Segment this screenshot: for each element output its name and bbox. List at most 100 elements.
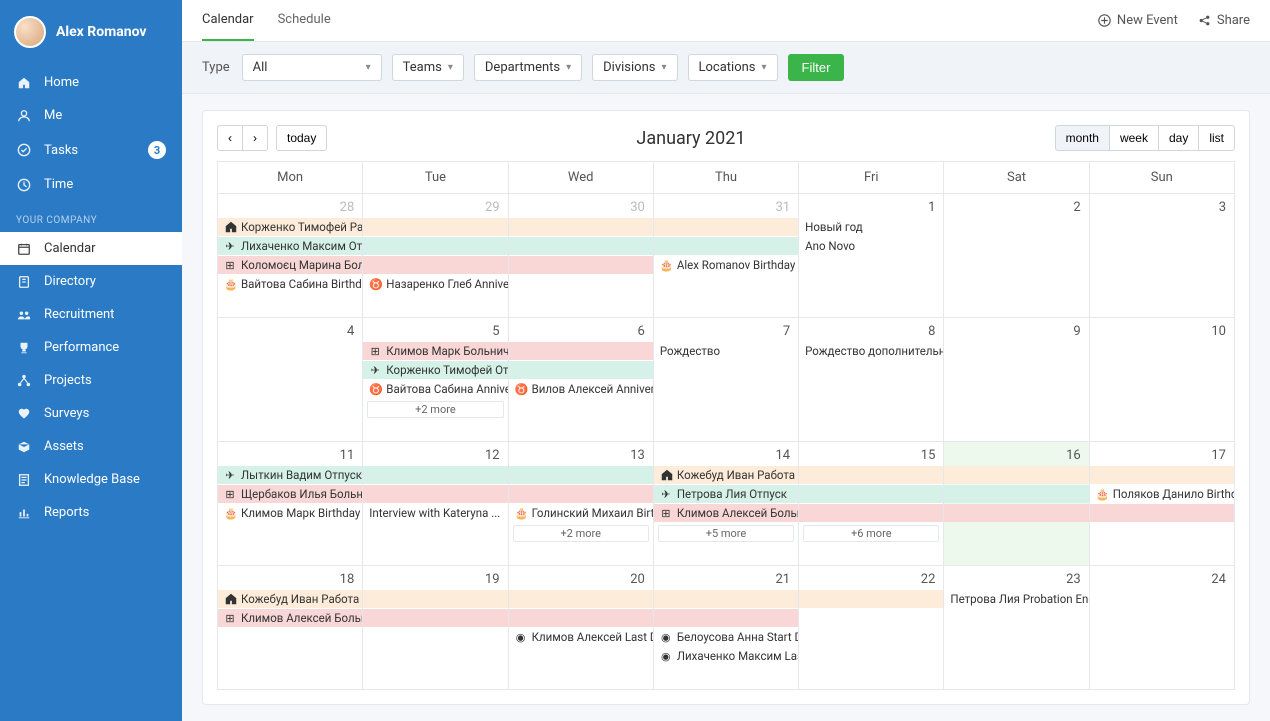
teams-dropdown[interactable]: Teams▾	[392, 54, 464, 81]
calendar-event[interactable]: ♉Вилов Алексей Anniversary	[509, 380, 653, 398]
calendar-event[interactable]	[653, 609, 798, 627]
calendar-event[interactable]: Кожебуд Иван Работа из дома	[654, 466, 799, 484]
calendar-event[interactable]	[363, 218, 508, 236]
day-cell[interactable]: 9	[944, 318, 1089, 442]
day-cell[interactable]: 4	[218, 318, 363, 442]
day-cell[interactable]: 21 ◉Белоусова Анна Start Date◉Лихаченко …	[653, 566, 798, 690]
sidebar-item-projects[interactable]: Projects	[0, 364, 182, 397]
view-day[interactable]: day	[1159, 125, 1199, 151]
calendar-event[interactable]: ◉Лихаченко Максим Last D...	[654, 647, 798, 665]
sidebar-item-home[interactable]: Home	[0, 66, 182, 99]
calendar-event[interactable]	[508, 342, 653, 360]
calendar-event[interactable]	[944, 504, 1089, 522]
calendar-event[interactable]: 🎂Голинский Михаил Birthday	[509, 504, 653, 522]
view-week[interactable]: week	[1110, 125, 1159, 151]
day-cell[interactable]: 5⊞Климов Марк Больничный без справки✈Кор…	[363, 318, 508, 442]
calendar-event[interactable]: Рождество дополнительный ...	[799, 342, 943, 360]
calendar-event[interactable]: Рождество	[654, 342, 798, 360]
calendar-event[interactable]: 🎂Климов Марк Birthday	[218, 504, 362, 522]
calendar-event[interactable]: Кожебуд Иван Работа из дома	[218, 590, 363, 608]
calendar-event[interactable]: Петрова Лия Probation Ends	[944, 590, 1088, 608]
sidebar-item-knowledge-base[interactable]: Knowledge Base	[0, 463, 182, 496]
day-cell[interactable]: 16	[944, 442, 1089, 566]
calendar-event[interactable]: ⊞Климов Алексей Больничный без справки	[654, 504, 799, 522]
tab-schedule[interactable]: Schedule	[278, 0, 331, 41]
calendar-event[interactable]: ✈Петрова Лия Отпуск	[654, 485, 799, 503]
day-cell[interactable]: 29 ♉Назаренко Глеб Anniversa...	[363, 194, 508, 318]
calendar-event[interactable]: ♉Назаренко Глеб Anniversa...	[363, 275, 507, 293]
prev-button[interactable]: ‹	[217, 125, 243, 151]
day-cell[interactable]: 8Рождество дополнительный ...	[799, 318, 944, 442]
calendar-event[interactable]	[508, 218, 653, 236]
calendar-event[interactable]	[799, 485, 944, 503]
calendar-event[interactable]: ✈Лыткин Вадим Отпуск	[218, 466, 363, 484]
sidebar-item-calendar[interactable]: Calendar	[0, 232, 182, 265]
calendar-event[interactable]	[508, 609, 653, 627]
calendar-event[interactable]: Ano Novo	[799, 237, 943, 255]
sidebar-item-assets[interactable]: Assets	[0, 430, 182, 463]
calendar-event[interactable]: ⊞Коломоєц Марина Больничный без справки	[218, 256, 363, 274]
calendar-event[interactable]: ✈Корженко Тимофей Отпуск	[363, 361, 508, 379]
calendar-event[interactable]	[363, 485, 508, 503]
calendar-event[interactable]	[508, 256, 653, 274]
calendar-event[interactable]	[363, 237, 508, 255]
calendar-event[interactable]	[944, 466, 1089, 484]
day-cell[interactable]: 22	[799, 566, 944, 690]
today-button[interactable]: today	[276, 125, 327, 151]
calendar-event[interactable]	[799, 504, 944, 522]
day-cell[interactable]: 20 ◉Климов Алексей Last Day	[508, 566, 653, 690]
day-cell[interactable]: 31 🎂Alex Romanov Birthday	[653, 194, 798, 318]
day-cell[interactable]: 18Кожебуд Иван Работа из дома⊞Климов Але…	[218, 566, 363, 690]
more-events[interactable]: +5 more	[658, 525, 794, 542]
calendar-event[interactable]: ◉Белоусова Анна Start Date	[654, 628, 798, 646]
day-cell[interactable]: 12 Interview with Kateryna ...12p	[363, 442, 508, 566]
new-event-button[interactable]: New Event	[1098, 13, 1178, 28]
locations-dropdown[interactable]: Locations▾	[688, 54, 778, 81]
calendar-event[interactable]	[653, 218, 798, 236]
calendar-event[interactable]: Корженко Тимофей Работа из дома	[218, 218, 363, 236]
tab-calendar[interactable]: Calendar	[202, 0, 254, 41]
calendar-event[interactable]: ⊞Щербаков Илья Больничный без справки	[218, 485, 363, 503]
calendar-event[interactable]	[799, 466, 944, 484]
calendar-event[interactable]	[508, 466, 653, 484]
calendar-event[interactable]	[508, 361, 653, 379]
day-cell[interactable]: 2	[944, 194, 1089, 318]
sidebar-item-recruitment[interactable]: Recruitment	[0, 298, 182, 331]
calendar-event[interactable]	[653, 590, 798, 608]
calendar-event[interactable]	[508, 485, 653, 503]
day-cell[interactable]: 17 🎂Поляков Данило Birthday	[1089, 442, 1234, 566]
type-select[interactable]: All ▾	[242, 54, 382, 81]
calendar-event[interactable]	[363, 590, 508, 608]
calendar-event[interactable]	[363, 609, 508, 627]
sidebar-item-tasks[interactable]: Tasks3	[0, 132, 182, 168]
day-cell[interactable]: 3	[1089, 194, 1234, 318]
departments-dropdown[interactable]: Departments▾	[474, 54, 582, 81]
sidebar-item-directory[interactable]: Directory	[0, 265, 182, 298]
calendar-event[interactable]: 🎂Поляков Данило Birthday	[1090, 485, 1234, 503]
sidebar-item-time[interactable]: Time	[0, 168, 182, 201]
calendar-event[interactable]: Новый год	[799, 218, 943, 236]
calendar-event[interactable]	[363, 466, 508, 484]
day-cell[interactable]: 7Рождество	[653, 318, 798, 442]
view-month[interactable]: month	[1055, 125, 1110, 151]
calendar-event[interactable]	[653, 237, 798, 255]
calendar-event[interactable]	[508, 237, 653, 255]
calendar-event[interactable]	[944, 485, 1089, 503]
day-cell[interactable]: 30	[508, 194, 653, 318]
divisions-dropdown[interactable]: Divisions▾	[592, 54, 677, 81]
day-cell[interactable]: 19	[363, 566, 508, 690]
day-cell[interactable]: 11✈Лыткин Вадим Отпуск⊞Щербаков Илья Бол…	[218, 442, 363, 566]
sidebar-item-performance[interactable]: Performance	[0, 331, 182, 364]
calendar-event[interactable]: ⊞Климов Марк Больничный без справки	[363, 342, 508, 360]
calendar-event[interactable]: ⊞Климов Алексей Больничный без справки	[218, 609, 363, 627]
day-cell[interactable]: 14Кожебуд Иван Работа из дома✈Петрова Ли…	[653, 442, 798, 566]
calendar-event[interactable]: 🎂Alex Romanov Birthday	[654, 256, 798, 274]
calendar-event[interactable]: 🎂Вайтова Сабина Birthday	[218, 275, 362, 293]
calendar-event[interactable]: Interview with Kateryna ...12p	[363, 504, 507, 522]
calendar-event[interactable]: ♉Вайтова Сабина Anniversary	[363, 380, 507, 398]
filter-button[interactable]: Filter	[788, 54, 845, 81]
day-cell[interactable]: 15 +6 more	[799, 442, 944, 566]
more-events[interactable]: +2 more	[513, 525, 649, 542]
day-cell[interactable]: 1Новый годAno Novo	[799, 194, 944, 318]
calendar-event[interactable]	[1089, 504, 1234, 522]
